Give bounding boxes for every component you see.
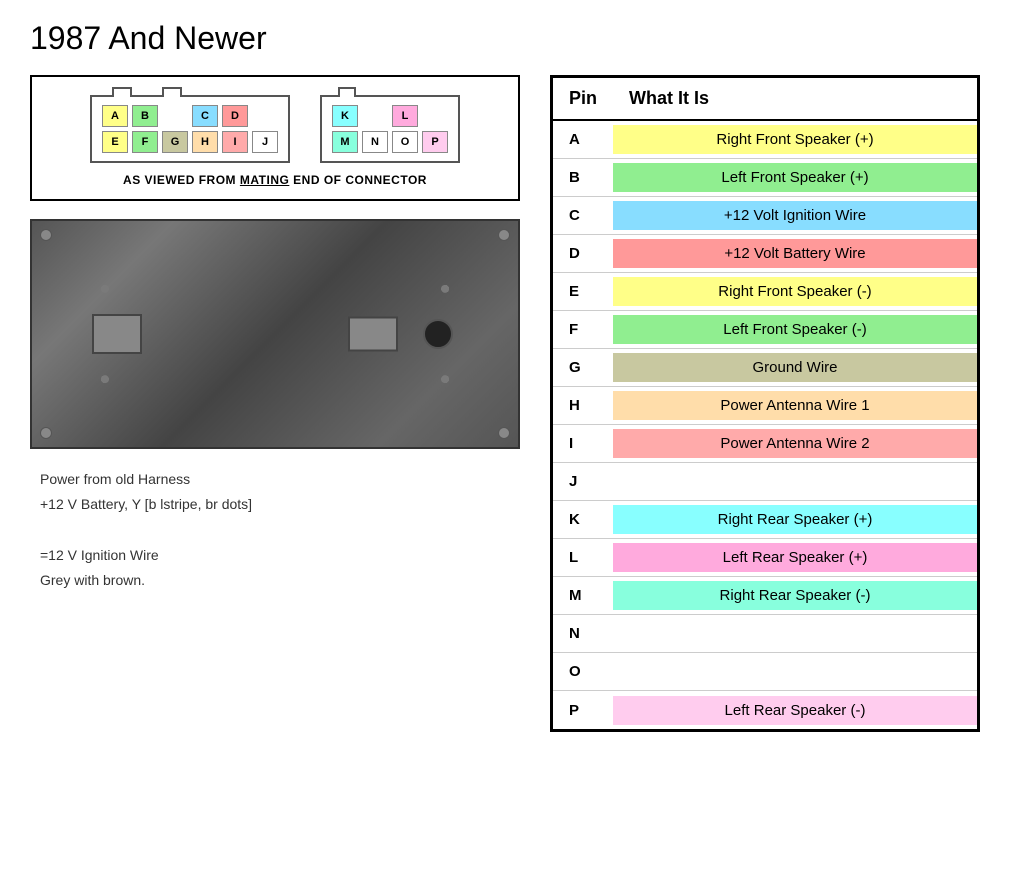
pin-label: J [553, 467, 613, 496]
pin-spacer1 [162, 105, 188, 127]
right-bottom-row: M N O P [332, 131, 448, 153]
pin-M: M [332, 131, 358, 153]
left-bottom-row: E F G H I J [102, 131, 278, 153]
screw-tr [498, 229, 510, 241]
pin-label: M [553, 581, 613, 610]
radio-connector-left [92, 314, 142, 354]
connector-label: AS VIEWED FROM MATING END OF CONNECTOR [52, 173, 498, 187]
radio-photo [30, 219, 520, 449]
pin-description: Power Antenna Wire 1 [613, 391, 977, 420]
table-row: N [553, 615, 977, 653]
screw-tl [40, 229, 52, 241]
pin-description: Left Front Speaker (-) [613, 315, 977, 344]
table-row: BLeft Front Speaker (+) [553, 159, 977, 197]
pin-label: P [553, 696, 613, 725]
pin-spacer2 [362, 105, 388, 127]
pin-E: E [102, 131, 128, 153]
pin-label: F [553, 315, 613, 344]
pin-description: Right Front Speaker (+) [613, 125, 977, 154]
pin-A: A [102, 105, 128, 127]
pin-description: Left Front Speaker (+) [613, 163, 977, 192]
pin-J: J [252, 131, 278, 153]
pin-B: B [132, 105, 158, 127]
screw-bl [40, 427, 52, 439]
table-row: C+12 Volt Ignition Wire [553, 197, 977, 235]
pin-label: I [553, 429, 613, 458]
pin-G: G [162, 131, 188, 153]
pin-H: H [192, 131, 218, 153]
table-row: MRight Rear Speaker (-) [553, 577, 977, 615]
left-top-row: A B C D [102, 105, 278, 127]
pin-label: B [553, 163, 613, 192]
header-what: What It Is [629, 88, 961, 109]
table-row: J [553, 463, 977, 501]
pin-label: L [553, 543, 613, 572]
pin-description: Right Front Speaker (-) [613, 277, 977, 306]
pin-description: Left Rear Speaker (+) [613, 543, 977, 572]
pin-L: L [392, 105, 418, 127]
pin-description: +12 Volt Battery Wire [613, 239, 977, 268]
notes-line2: +12 V Battery, Y [b lstripe, br dots] [40, 492, 520, 517]
table-row: ARight Front Speaker (+) [553, 121, 977, 159]
left-column: A B C D E F G H I J [30, 75, 520, 593]
table-row: IPower Antenna Wire 2 [553, 425, 977, 463]
pin-D: D [222, 105, 248, 127]
pin-description: Right Rear Speaker (+) [613, 505, 977, 534]
table-row: GGround Wire [553, 349, 977, 387]
screw-br [498, 427, 510, 439]
pin-table-header: Pin What It Is [553, 78, 977, 121]
table-row: D+12 Volt Battery Wire [553, 235, 977, 273]
pin-label: E [553, 277, 613, 306]
pin-description [613, 628, 977, 640]
radio-connector-right [348, 317, 398, 352]
pin-K: K [332, 105, 358, 127]
pin-description: Left Rear Speaker (-) [613, 696, 977, 725]
pin-label: D [553, 239, 613, 268]
connector-diagram: A B C D E F G H I J [30, 75, 520, 201]
pin-C: C [192, 105, 218, 127]
pin-label: H [553, 391, 613, 420]
pin-label: O [553, 657, 613, 686]
page-title: 1987 And Newer [30, 20, 993, 57]
pin-rows: ARight Front Speaker (+)BLeft Front Spea… [553, 121, 977, 729]
table-row: KRight Rear Speaker (+) [553, 501, 977, 539]
pin-description: Right Rear Speaker (-) [613, 581, 977, 610]
notes-line4: Grey with brown. [40, 568, 520, 593]
pin-table: Pin What It Is ARight Front Speaker (+)B… [550, 75, 980, 732]
radio-hole [423, 319, 453, 349]
pin-description: +12 Volt Ignition Wire [613, 201, 977, 230]
notes-line3: =12 V Ignition Wire [40, 543, 520, 568]
pin-description [613, 666, 977, 678]
table-row: O [553, 653, 977, 691]
pin-P: P [422, 131, 448, 153]
pin-label: K [553, 505, 613, 534]
pin-description [613, 476, 977, 488]
pin-label: C [553, 201, 613, 230]
table-row: FLeft Front Speaker (-) [553, 311, 977, 349]
pin-description: Power Antenna Wire 2 [613, 429, 977, 458]
pin-F: F [132, 131, 158, 153]
header-pin: Pin [569, 88, 629, 109]
pin-N: N [362, 131, 388, 153]
pin-label: A [553, 125, 613, 154]
pin-label: N [553, 619, 613, 648]
pin-description: Ground Wire [613, 353, 977, 382]
connector-row: A B C D E F G H I J [52, 95, 498, 163]
notes: Power from old Harness +12 V Battery, Y … [30, 467, 520, 593]
table-row: HPower Antenna Wire 1 [553, 387, 977, 425]
pin-label: G [553, 353, 613, 382]
pin-I: I [222, 131, 248, 153]
pin-O: O [392, 131, 418, 153]
right-top-row: K L [332, 105, 448, 127]
table-row: ERight Front Speaker (-) [553, 273, 977, 311]
notes-line1: Power from old Harness [40, 467, 520, 492]
connector-label-underline: MATING [240, 173, 289, 187]
table-row: LLeft Rear Speaker (+) [553, 539, 977, 577]
table-row: PLeft Rear Speaker (-) [553, 691, 977, 729]
